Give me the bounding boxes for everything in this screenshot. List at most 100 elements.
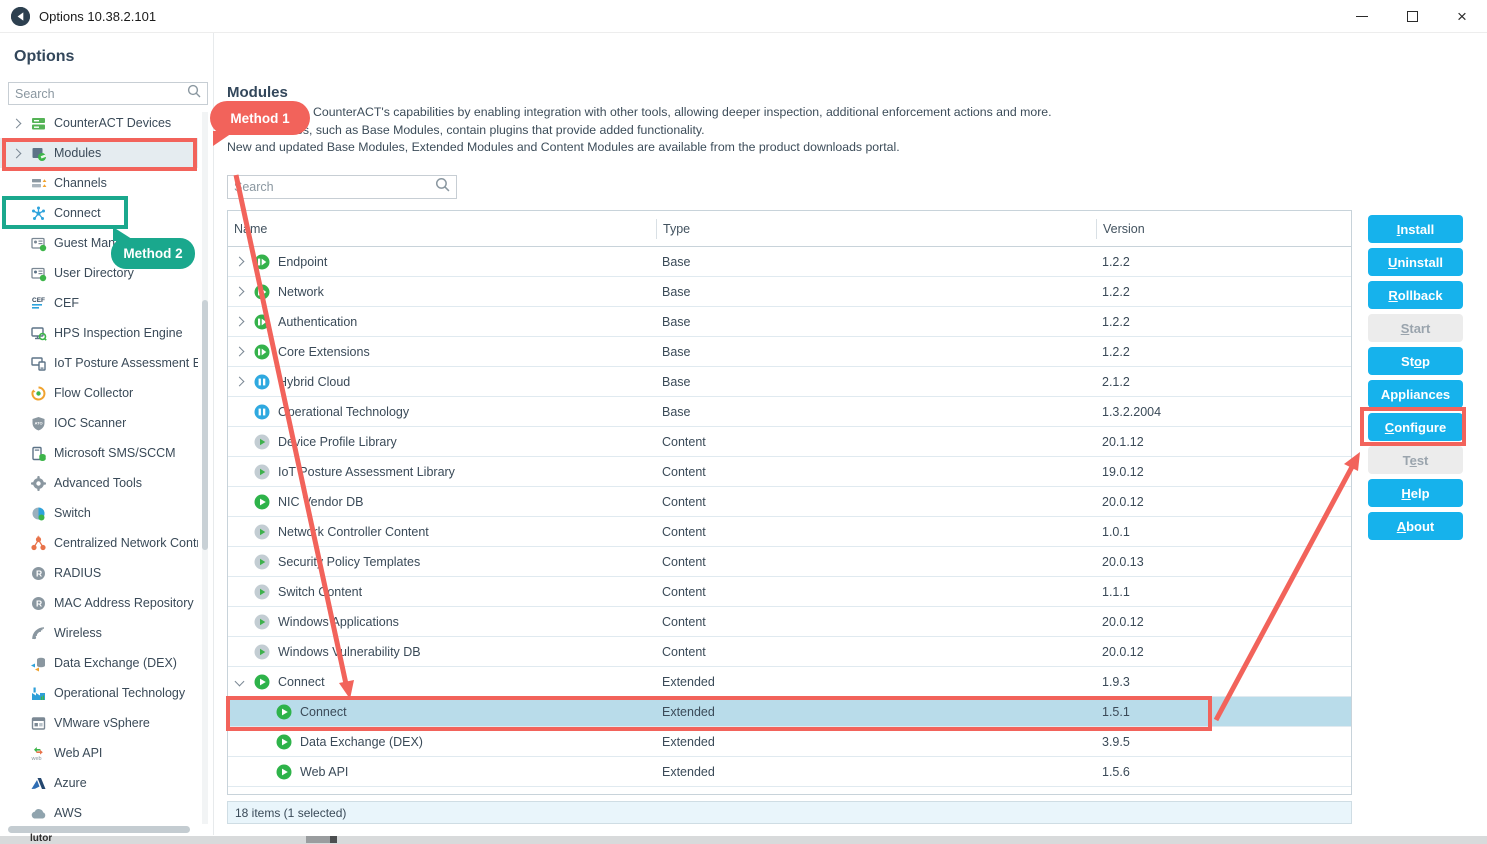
sidebar-item-microsoft-sms-sccm[interactable]: Microsoft SMS/SCCM (0, 438, 198, 468)
chevron-down-icon[interactable] (233, 678, 246, 685)
help-button[interactable]: Help (1368, 479, 1463, 507)
column-header-version[interactable]: Version (1096, 219, 1351, 239)
module-name-cell: Network Controller Content (228, 524, 656, 540)
table-row-endpoint-0[interactable]: EndpointBase1.2.2 (228, 247, 1351, 277)
module-name: Windows Applications (278, 615, 399, 629)
sidebar-item-wireless[interactable]: Wireless (0, 618, 198, 648)
sidebar-list: CounterACT Devices Modules ChannelsConnect… (0, 108, 198, 830)
table-row-core-extensions-3[interactable]: Core ExtensionsBase1.2.2 (228, 337, 1351, 367)
sidebar-item-advanced-tools[interactable]: Advanced Tools (0, 468, 198, 498)
table-row-windows-vulnerability-db-13[interactable]: Windows Vulnerability DBContent20.0.12 (228, 637, 1351, 667)
table-row-connect-15[interactable]: ConnectExtended1.5.1 (228, 697, 1351, 727)
table-row-switch-content-11[interactable]: Switch ContentContent1.1.1 (228, 577, 1351, 607)
sidebar-item-azure[interactable]: Azure (0, 768, 198, 798)
module-type-cell: Base (656, 315, 1096, 329)
table-row-security-policy-templates-10[interactable]: Security Policy TemplatesContent20.0.13 (228, 547, 1351, 577)
sidebar-item-channels[interactable]: Channels (0, 168, 198, 198)
chevron-right-icon[interactable] (233, 318, 246, 325)
table-row-data-exchange-dex-16[interactable]: Data Exchange (DEX)Extended3.9.5 (228, 727, 1351, 757)
table-row-windows-applications-12[interactable]: Windows ApplicationsContent20.0.12 (228, 607, 1351, 637)
module-status-paused-icon (254, 404, 270, 420)
table-row-connect-14[interactable]: ConnectExtended1.9.3 (228, 667, 1351, 697)
table-row-hybrid-cloud-4[interactable]: Hybrid CloudBase2.1.2 (228, 367, 1351, 397)
sidebar-item-user-directory[interactable]: User Directory (0, 258, 198, 288)
stop-button[interactable]: Stop (1368, 347, 1463, 375)
uninstall-button[interactable]: Uninstall (1368, 248, 1463, 276)
column-header-type[interactable]: Type (656, 219, 1096, 239)
sidebar-item-label: CounterACT Devices (54, 116, 171, 130)
options-window: Options 10.38.2.101 × Options CounterACT… (0, 0, 1487, 844)
mac-repository-icon: R (30, 595, 47, 612)
about-button[interactable]: About (1368, 512, 1463, 540)
table-row-device-profile-library-6[interactable]: Device Profile LibraryContent20.1.12 (228, 427, 1351, 457)
sidebar-item-mac-address-repository[interactable]: RMAC Address Repository (0, 588, 198, 618)
column-header-name[interactable]: Name (228, 219, 656, 239)
table-row-authentication-2[interactable]: AuthenticationBase1.2.2 (228, 307, 1351, 337)
sidebar-item-modules[interactable]: Modules (0, 138, 198, 168)
sidebar-item-centralized-network-controller[interactable]: +Centralized Network Controller (0, 528, 198, 558)
sidebar-item-hps-inspection-engine[interactable]: HPS Inspection Engine (0, 318, 198, 348)
sidebar-item-radius[interactable]: R RADIUS (0, 558, 198, 588)
table-row-nic-vendor-db-8[interactable]: NIC Vendor DBContent20.0.12 (228, 487, 1351, 517)
sidebar-item-aws[interactable]: AWS (0, 798, 198, 828)
table-row-network-1[interactable]: NetworkBase1.2.2 (228, 277, 1351, 307)
maximize-button[interactable] (1387, 0, 1437, 32)
sidebar-item-guest-management[interactable]: Guest Management (0, 228, 198, 258)
close-button[interactable]: × (1437, 0, 1487, 32)
channels-icon (30, 175, 47, 192)
module-name-cell: Endpoint (228, 254, 656, 270)
modules-description: CounterACT's capabilities by enabling in… (227, 104, 1297, 157)
chevron-right-icon[interactable] (233, 348, 246, 355)
sidebar-item-operational-technology[interactable]: Operational Technology (0, 678, 198, 708)
rollback-button[interactable]: Rollback (1368, 281, 1463, 309)
sidebar-item-counteract-devices[interactable]: CounterACT Devices (0, 108, 198, 138)
sidebar-item-ioc-scanner[interactable]: ATOIOC Scanner (0, 408, 198, 438)
module-type-cell: Base (656, 375, 1096, 389)
sidebar-item-label: IOC Scanner (54, 416, 126, 430)
sidebar-item-label: Web API (54, 746, 102, 760)
sidebar-search-input[interactable] (9, 87, 187, 101)
sidebar-item-label: RADIUS (54, 566, 101, 580)
minimize-button[interactable] (1337, 0, 1387, 32)
svg-text:R: R (36, 568, 42, 578)
sidebar-item-iot-posture-assessment-engine[interactable]: IoT Posture Assessment Engine (0, 348, 198, 378)
table-row-iot-posture-assessment-library-7[interactable]: IoT Posture Assessment LibraryContent19.… (228, 457, 1351, 487)
module-type-cell: Content (656, 465, 1096, 479)
chevron-right-icon[interactable] (233, 288, 246, 295)
sidebar-item-label: Modules (54, 146, 101, 160)
sidebar-item-switch[interactable]: Switch (0, 498, 198, 528)
chevron-right-icon[interactable] (10, 150, 23, 157)
modules-search-input[interactable] (228, 180, 435, 194)
table-row-web-api-17[interactable]: Web APIExtended1.5.6 (228, 757, 1351, 787)
module-name-cell: IoT Posture Assessment Library (228, 464, 656, 480)
configure-button[interactable]: Configure (1368, 413, 1463, 441)
sidebar-hscrollbar-thumb[interactable] (8, 826, 190, 833)
edge-scrollbar-handle (330, 836, 337, 843)
connect-icon (30, 205, 47, 222)
chevron-right-icon[interactable] (233, 378, 246, 385)
module-name: Operational Technology (278, 405, 409, 419)
module-status-started-icon (276, 704, 292, 720)
module-name: Switch Content (278, 585, 362, 599)
chevron-right-icon[interactable] (10, 120, 23, 127)
chevron-right-icon[interactable] (233, 258, 246, 265)
table-row-network-controller-content-9[interactable]: Network Controller ContentContent1.0.1 (228, 517, 1351, 547)
module-name: Network (278, 285, 324, 299)
svg-text:R: R (36, 598, 42, 608)
sidebar-item-cef[interactable]: CEFCEF (0, 288, 198, 318)
sidebar-item-data-exchange-dex[interactable]: Data Exchange (DEX) (0, 648, 198, 678)
module-status-content-icon (254, 614, 270, 630)
sidebar-item-connect[interactable]: Connect (0, 198, 198, 228)
sidebar-item-web-api[interactable]: webWeb API (0, 738, 198, 768)
cef-icon: CEF (30, 295, 47, 312)
module-name-cell: Network (228, 284, 656, 300)
sidebar-item-flow-collector[interactable]: Flow Collector (0, 378, 198, 408)
appliances-button[interactable]: Appliances (1368, 380, 1463, 408)
table-row-operational-technology-5[interactable]: Operational TechnologyBase1.3.2.2004 (228, 397, 1351, 427)
sidebar-scrollbar-thumb[interactable] (202, 300, 208, 550)
sidebar-item-vmware-vsphere[interactable]: VMware vSphere (0, 708, 198, 738)
install-button[interactable]: Install (1368, 215, 1463, 243)
module-type-cell: Content (656, 555, 1096, 569)
module-name-cell: Operational Technology (228, 404, 656, 420)
module-version-cell: 1.1.1 (1096, 585, 1351, 599)
